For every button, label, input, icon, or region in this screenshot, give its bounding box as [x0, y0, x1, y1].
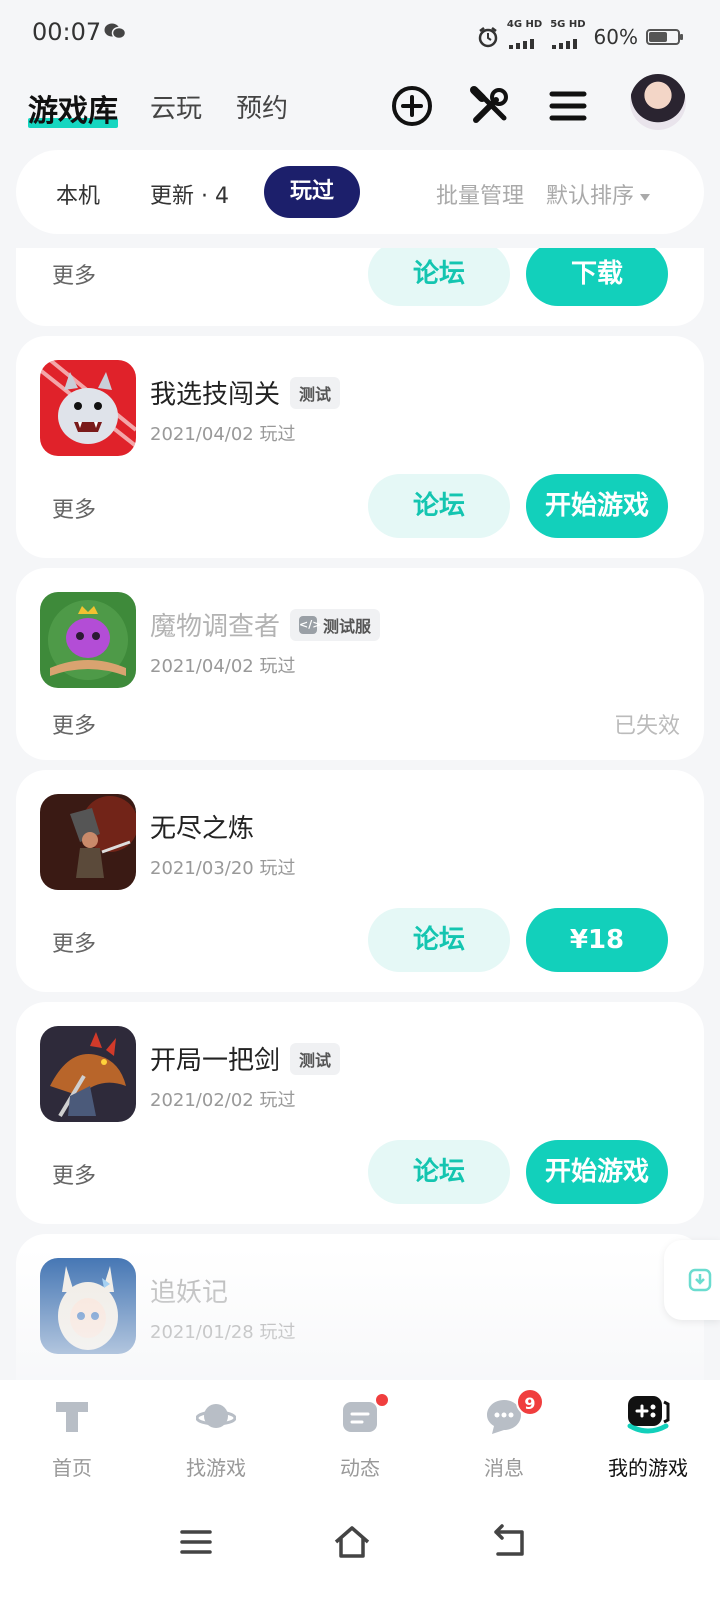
forum-button[interactable]: 论坛 [368, 1140, 510, 1204]
download-icon [688, 1268, 712, 1292]
game-title: 魔物调查者 [150, 612, 281, 642]
page-title-text: 游戏库 [28, 94, 118, 129]
game-name[interactable]: 无尽之炼 [150, 808, 254, 845]
download-button[interactable]: 下载 [526, 248, 668, 306]
page-title[interactable]: 游戏库 [28, 86, 118, 130]
recent-apps-icon[interactable] [176, 1522, 216, 1562]
game-title: 追妖记 [150, 1278, 229, 1308]
more-button[interactable]: 更多 [52, 492, 96, 524]
played-date: 2021/04/02 玩过 [150, 656, 296, 677]
forum-button[interactable]: 论坛 [368, 908, 510, 972]
test-server-tag: </> 测试服 [290, 608, 381, 641]
signal-5g: 5G HD [550, 19, 586, 54]
nav-label: 动态 [340, 1456, 380, 1480]
status-time: 00:07 [32, 18, 102, 46]
signal-icon [552, 39, 578, 49]
game-icon-chasing-demon[interactable] [40, 1258, 136, 1354]
nav-feed[interactable]: 动态 [288, 1380, 432, 1490]
game-title: 开局一把剑 [150, 1046, 281, 1076]
game-card: 追妖记 2021/01/28 玩过 [16, 1234, 704, 1398]
more-button[interactable]: 更多 [52, 258, 96, 290]
played-date: 2021/02/02 玩过 [150, 1090, 296, 1111]
nav-label: 找游戏 [186, 1456, 246, 1480]
batch-manage-button[interactable]: 批量管理 [436, 178, 524, 210]
avatar[interactable] [630, 74, 686, 130]
game-card: 魔物调查者 </> 测试服 2021/04/02 玩过 更多 已失效 [16, 568, 704, 760]
planet-icon [196, 1404, 236, 1428]
game-name[interactable]: 追妖记 [150, 1272, 228, 1309]
game-card: 开局一把剑 测试 2021/02/02 玩过 更多 论坛 开始游戏 [16, 1002, 704, 1224]
code-icon: </> [299, 615, 321, 634]
game-icon-dragon[interactable] [40, 1026, 136, 1122]
alarm-icon [478, 27, 498, 48]
nav-home[interactable]: 首页 [0, 1380, 144, 1490]
game-card: 更多 论坛 下载 [16, 248, 704, 326]
game-list[interactable]: 更多 论坛 下载 我选技闯关 测试 2021/04/02 玩过 更多 论坛 开始… [0, 248, 720, 1398]
test-tag: 测试 [290, 376, 341, 409]
nav-discover[interactable]: 找游戏 [144, 1380, 288, 1490]
battery-icon [646, 29, 683, 45]
back-icon[interactable] [490, 1522, 530, 1562]
forum-button[interactable]: 论坛 [368, 474, 510, 538]
nav-messages[interactable]: 9 消息 [432, 1380, 576, 1490]
played-date: 2021/01/28 玩过 [150, 1322, 296, 1343]
menu-icon[interactable] [544, 82, 592, 130]
nav-my-games[interactable]: 我的游戏 [576, 1380, 720, 1490]
battery-text: 60% [593, 25, 638, 49]
game-icon-monster-book[interactable] [40, 592, 136, 688]
header: 游戏库 云玩 预约 [0, 66, 720, 150]
home-t-icon [56, 1402, 88, 1432]
net-label-1: 4G HD [506, 19, 543, 30]
system-nav-bar [0, 1490, 720, 1600]
start-game-button[interactable]: 开始游戏 [526, 474, 668, 538]
game-title: 无尽之炼 [150, 814, 255, 844]
tools-icon[interactable] [466, 82, 514, 130]
filter-tab-updates[interactable]: 更新 · 4 [150, 178, 229, 210]
wechat-icon [104, 23, 126, 40]
download-manager-tab[interactable] [664, 1240, 720, 1320]
notification-dot [374, 1392, 390, 1408]
game-icon-endless-trial[interactable] [40, 794, 136, 890]
status-bar: 00:07 4G HD 5G HD 60% [0, 0, 720, 66]
filter-tab-played[interactable]: 玩过 [264, 166, 360, 218]
add-circle-icon[interactable] [388, 82, 436, 130]
more-button[interactable]: 更多 [52, 926, 96, 958]
game-card: 我选技闯关 测试 2021/04/02 玩过 更多 论坛 开始游戏 [16, 336, 704, 558]
more-button[interactable]: 更多 [52, 1158, 96, 1190]
sort-label: 默认排序 [546, 184, 635, 209]
start-game-button[interactable]: 开始游戏 [526, 1140, 668, 1204]
test-tag: 测试 [290, 1042, 341, 1075]
game-name[interactable]: 魔物调查者 </> 测试服 [150, 606, 381, 643]
game-name[interactable]: 我选技闯关 测试 [150, 374, 341, 411]
nav-label: 首页 [52, 1456, 92, 1480]
game-name[interactable]: 开局一把剑 测试 [150, 1040, 341, 1077]
bottom-nav: 首页 找游戏 动态 9 消息 我的游戏 [0, 1380, 720, 1490]
net-label-2: 5G HD [550, 19, 586, 30]
game-icon-werewolf[interactable] [40, 360, 136, 456]
filter-bar: 本机 更新 · 4 玩过 批量管理 默认排序 [16, 150, 704, 234]
more-button[interactable]: 更多 [52, 708, 96, 740]
home-icon[interactable] [332, 1522, 372, 1562]
signal-4g: 4G HD [507, 20, 542, 54]
expired-status: 已失效 [613, 714, 680, 739]
tab-reserve[interactable]: 预约 [236, 88, 288, 125]
signal-icon [508, 39, 534, 49]
played-date: 2021/04/02 玩过 [150, 424, 296, 445]
tab-cloud-play[interactable]: 云玩 [150, 88, 202, 125]
played-date: 2021/03/20 玩过 [150, 858, 296, 879]
game-card: 无尽之炼 2021/03/20 玩过 更多 论坛 ¥18 [16, 770, 704, 992]
sort-dropdown[interactable]: 默认排序 [546, 178, 651, 210]
message-badge: 9 [516, 1388, 544, 1416]
nav-label: 我的游戏 [608, 1456, 688, 1480]
nav-label: 消息 [484, 1456, 524, 1480]
game-title: 我选技闯关 [150, 380, 281, 410]
gamepad-icon [627, 1396, 670, 1434]
forum-button[interactable]: 论坛 [368, 248, 510, 306]
filter-tab-local[interactable]: 本机 [56, 178, 100, 210]
tag-label: 测试服 [323, 616, 372, 636]
caret-down-icon [640, 193, 651, 201]
buy-button[interactable]: ¥18 [526, 908, 668, 972]
